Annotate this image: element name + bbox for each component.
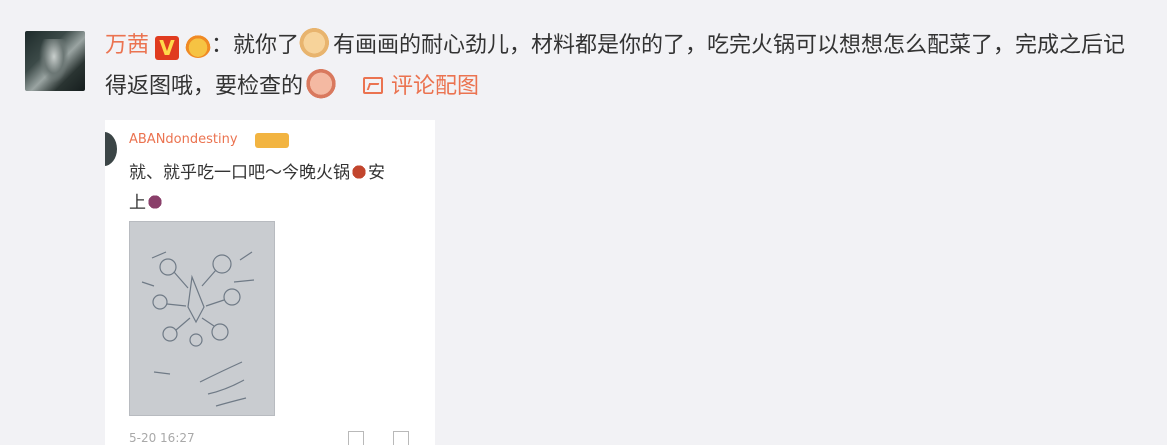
hotpot-emoji-icon [350,164,368,180]
comment-text: 万茜 V ：就你了 有画画的耐心劲儿，材料都是你的了，吃完火锅可以想想怎么配菜了，完成… [105,24,1145,106]
screenshot-text: 就、就乎吃一口吧～今晚火锅安 上 [129,158,435,218]
screenshot-text-part2: 安 [368,163,385,183]
share-icon [348,431,364,445]
verified-v-icon: V [155,36,180,60]
drawing-sketch [141,251,255,407]
screenshot-username: ABANdondestiny [129,132,238,147]
comment-text-part1: ：就你了 [211,33,300,58]
comment-image-link-label: 评论配图 [391,74,480,99]
screenshot-avatar [105,132,117,166]
user-avatar[interactable] [25,31,85,91]
crown-emoji-icon [185,32,212,58]
ok-hand-emoji-icon [299,24,334,58]
comment-username[interactable]: 万茜 [105,33,149,58]
image-icon [363,77,384,94]
screenshot-text-part3: 上 [129,193,146,213]
vip-badge-icon [255,133,289,148]
comment-icon [393,431,409,445]
girl-emoji-icon [146,194,164,210]
drawing-photo [129,221,275,416]
screenshot-timestamp: 5-20 16:27 [129,431,195,445]
face-emoji-icon [303,65,340,99]
screenshot-text-part1: 就、就乎吃一口吧～今晚火锅 [129,163,350,183]
attached-screenshot[interactable]: ABANdondestiny 就、就乎吃一口吧～今晚火锅安 上 5-20 16:… [105,120,435,445]
comment-image-link[interactable]: 评论配图 [363,74,479,99]
